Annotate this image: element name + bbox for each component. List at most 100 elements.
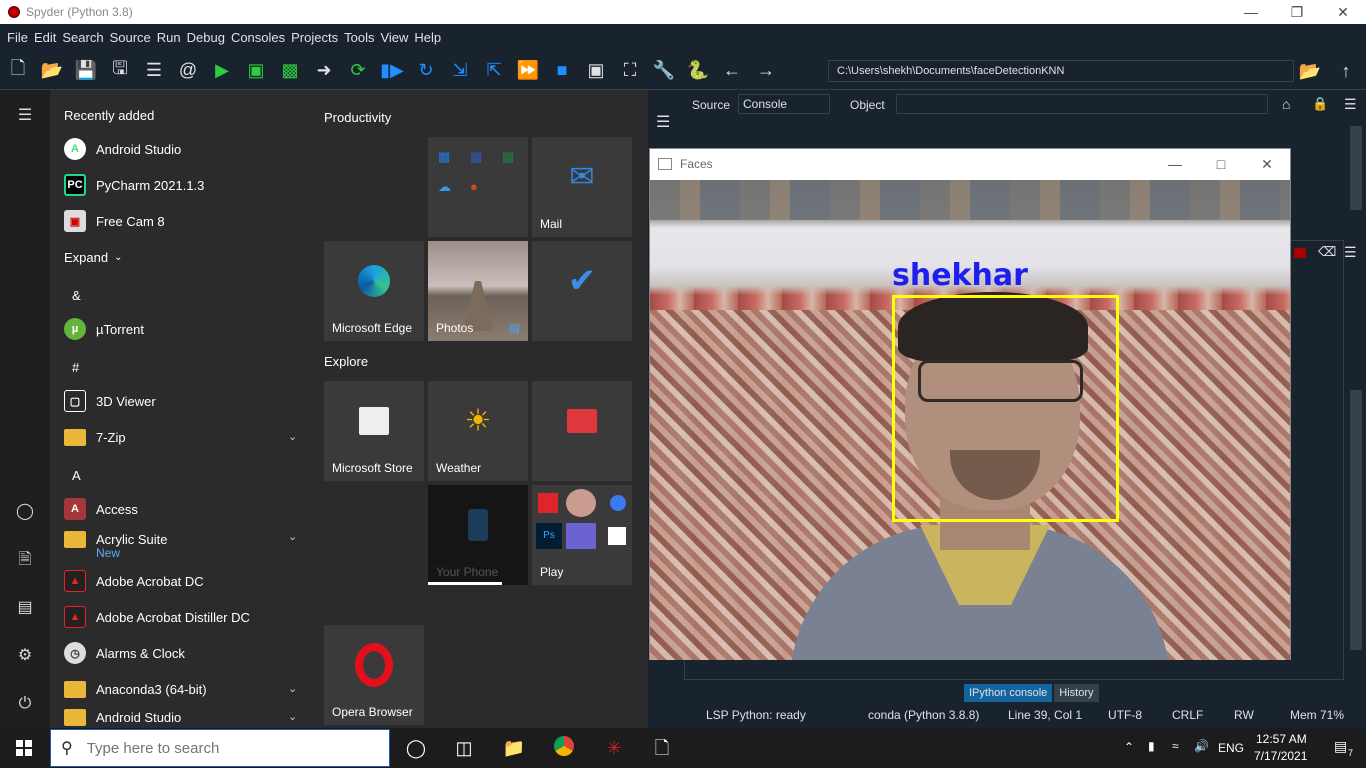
app-alarms-clock[interactable]: ◷ Alarms & Clock	[64, 638, 185, 668]
menu-debug[interactable]: Debug	[184, 30, 228, 45]
menu-help[interactable]: Help	[411, 30, 444, 45]
app-adobe-acrobat[interactable]: ▲ Adobe Acrobat DC	[64, 566, 204, 596]
save-icon[interactable]: 💾	[74, 59, 98, 83]
open-file-icon[interactable]: 📂	[40, 59, 64, 83]
menu-search[interactable]: Search	[59, 30, 106, 45]
pane-menu-icon[interactable]: ☰	[1344, 96, 1357, 113]
maximize-pane-icon[interactable]: ▣	[584, 59, 608, 83]
tab-history[interactable]: History	[1054, 684, 1099, 702]
close-button[interactable]: ✕	[1320, 0, 1366, 24]
task-view-icon[interactable]: ◫	[452, 736, 476, 760]
app-3d-viewer[interactable]: ▢ 3D Viewer	[64, 386, 156, 416]
app-utorrent[interactable]: µ µTorrent	[64, 314, 144, 344]
close-button[interactable]: ✕	[1244, 149, 1290, 179]
new-file-icon[interactable]: 🗋	[6, 58, 30, 83]
fullscreen-icon[interactable]: ⛶	[618, 59, 642, 83]
app-free-cam[interactable]: ▣ Free Cam 8	[64, 206, 165, 236]
pictures-icon[interactable]: ▤	[13, 596, 37, 620]
forward-arrow-icon[interactable]: →	[754, 59, 778, 83]
debug-icon[interactable]: ▮▶	[380, 59, 404, 83]
volume-icon[interactable]: 🔊	[1194, 739, 1209, 753]
python-icon[interactable]: 🐍	[686, 59, 710, 83]
menu-projects[interactable]: Projects	[288, 30, 341, 45]
battery-icon[interactable]: ▮	[1148, 739, 1155, 753]
clock-time[interactable]: 12:57 AM	[1256, 732, 1307, 746]
documents-icon[interactable]: 🗎	[13, 548, 37, 572]
save-all-icon[interactable]: 🖫	[108, 58, 132, 83]
notification-icon[interactable]: ▤	[1334, 738, 1347, 755]
store-tile[interactable]: Microsoft Store	[324, 381, 424, 481]
chevron-up-icon[interactable]: ⌃	[1124, 740, 1134, 754]
search-box[interactable]: ⚲	[50, 729, 390, 767]
menu-edit[interactable]: Edit	[31, 30, 59, 45]
list-icon[interactable]: ☰	[142, 59, 166, 83]
faces-title-bar[interactable]: Faces — □ ✕	[650, 149, 1290, 179]
scrollbar-console[interactable]	[1350, 390, 1362, 650]
notepad-icon[interactable]: 🗋	[650, 736, 674, 760]
stop-kernel-icon[interactable]	[1294, 248, 1306, 258]
expand-button[interactable]: Expand ⌄	[64, 242, 122, 272]
your-phone-tile[interactable]: Your Phone	[428, 485, 528, 585]
eraser-icon[interactable]: ⌫	[1318, 244, 1336, 260]
app-pycharm[interactable]: PC PyCharm 2021.1.3	[64, 170, 204, 200]
options-menu-icon[interactable]: ☰	[656, 112, 670, 132]
letter-a[interactable]: A	[72, 468, 81, 483]
hamburger-icon[interactable]: ☰	[13, 104, 37, 128]
play-tile[interactable]: Ps Play	[532, 485, 632, 585]
step-into-icon[interactable]: ⇲	[448, 59, 472, 83]
chevron-down-icon[interactable]: ⌄	[288, 530, 297, 543]
letter-ampersand[interactable]: &	[72, 288, 81, 303]
app-anaconda[interactable]: Anaconda3 (64-bit)	[64, 674, 207, 704]
run-icon[interactable]: ▶	[210, 59, 234, 83]
spyder-taskbar-icon[interactable]: ✳	[602, 736, 626, 760]
source-select[interactable]: Console	[738, 94, 830, 114]
menu-source[interactable]: Source	[107, 30, 154, 45]
maximize-button[interactable]: □	[1198, 149, 1244, 179]
weather-tile[interactable]: ☀ Weather	[428, 381, 528, 481]
app-acrylic-suite[interactable]: Acrylic Suite New	[64, 524, 168, 560]
menu-consoles[interactable]: Consoles	[228, 30, 288, 45]
chevron-down-icon[interactable]: ⌄	[288, 430, 297, 443]
minimize-button[interactable]: —	[1228, 0, 1274, 24]
object-input[interactable]	[896, 94, 1268, 114]
back-arrow-icon[interactable]: ←	[720, 59, 744, 83]
run-selection-icon[interactable]: ➜	[312, 59, 336, 83]
minimize-button[interactable]: —	[1152, 149, 1198, 179]
settings-gear-icon[interactable]: ⚙	[13, 644, 37, 668]
user-icon[interactable]: ◯	[13, 500, 37, 524]
cortana-icon[interactable]: ◯	[404, 736, 428, 760]
console-menu-icon[interactable]: ☰	[1344, 244, 1357, 261]
wifi-icon[interactable]: ≈	[1172, 739, 1179, 753]
lock-icon[interactable]: 🔒	[1312, 96, 1328, 112]
opera-tile[interactable]: Opera Browser	[324, 625, 424, 725]
home-icon[interactable]: ⌂	[1282, 96, 1290, 112]
step-return-icon[interactable]: ⇱	[482, 59, 506, 83]
mail-tile[interactable]: ✉ Mail	[532, 137, 632, 237]
todo-tile[interactable]: ✔	[532, 241, 632, 341]
menu-file[interactable]: File	[4, 30, 31, 45]
chevron-down-icon[interactable]: ⌄	[288, 710, 297, 723]
continue-icon[interactable]: ⏩	[516, 59, 540, 83]
restore-button[interactable]: ❐	[1274, 0, 1320, 24]
photos-tile[interactable]: Photos ▤	[428, 241, 528, 341]
news-tile[interactable]	[532, 381, 632, 481]
letter-hash[interactable]: #	[72, 360, 79, 375]
step-icon[interactable]: ↻	[414, 59, 438, 83]
scrollbar-top[interactable]	[1350, 126, 1362, 210]
menu-run[interactable]: Run	[154, 30, 184, 45]
language-indicator[interactable]: ENG	[1218, 741, 1244, 755]
chrome-icon[interactable]	[552, 736, 576, 760]
parent-dir-icon[interactable]: ↑	[1334, 59, 1358, 83]
working-directory-input[interactable]: C:\Users\shekh\Documents\faceDetectionKN…	[828, 60, 1294, 82]
start-button[interactable]	[0, 728, 48, 768]
office-tile[interactable]: ▩ ▩ ▩ ☁ ●	[428, 137, 528, 237]
faces-window[interactable]: Faces — □ ✕ shekhar	[649, 148, 1291, 660]
run-cell-advance-icon[interactable]: ▩	[278, 59, 302, 83]
menu-view[interactable]: View	[377, 30, 411, 45]
menu-tools[interactable]: Tools	[341, 30, 377, 45]
app-android-studio[interactable]: A Android Studio	[64, 134, 181, 164]
tab-ipython-console[interactable]: IPython console	[964, 684, 1053, 702]
wrench-icon[interactable]: 🔧	[652, 59, 676, 83]
search-input[interactable]	[86, 739, 367, 757]
chevron-down-icon[interactable]: ⌄	[288, 682, 297, 695]
